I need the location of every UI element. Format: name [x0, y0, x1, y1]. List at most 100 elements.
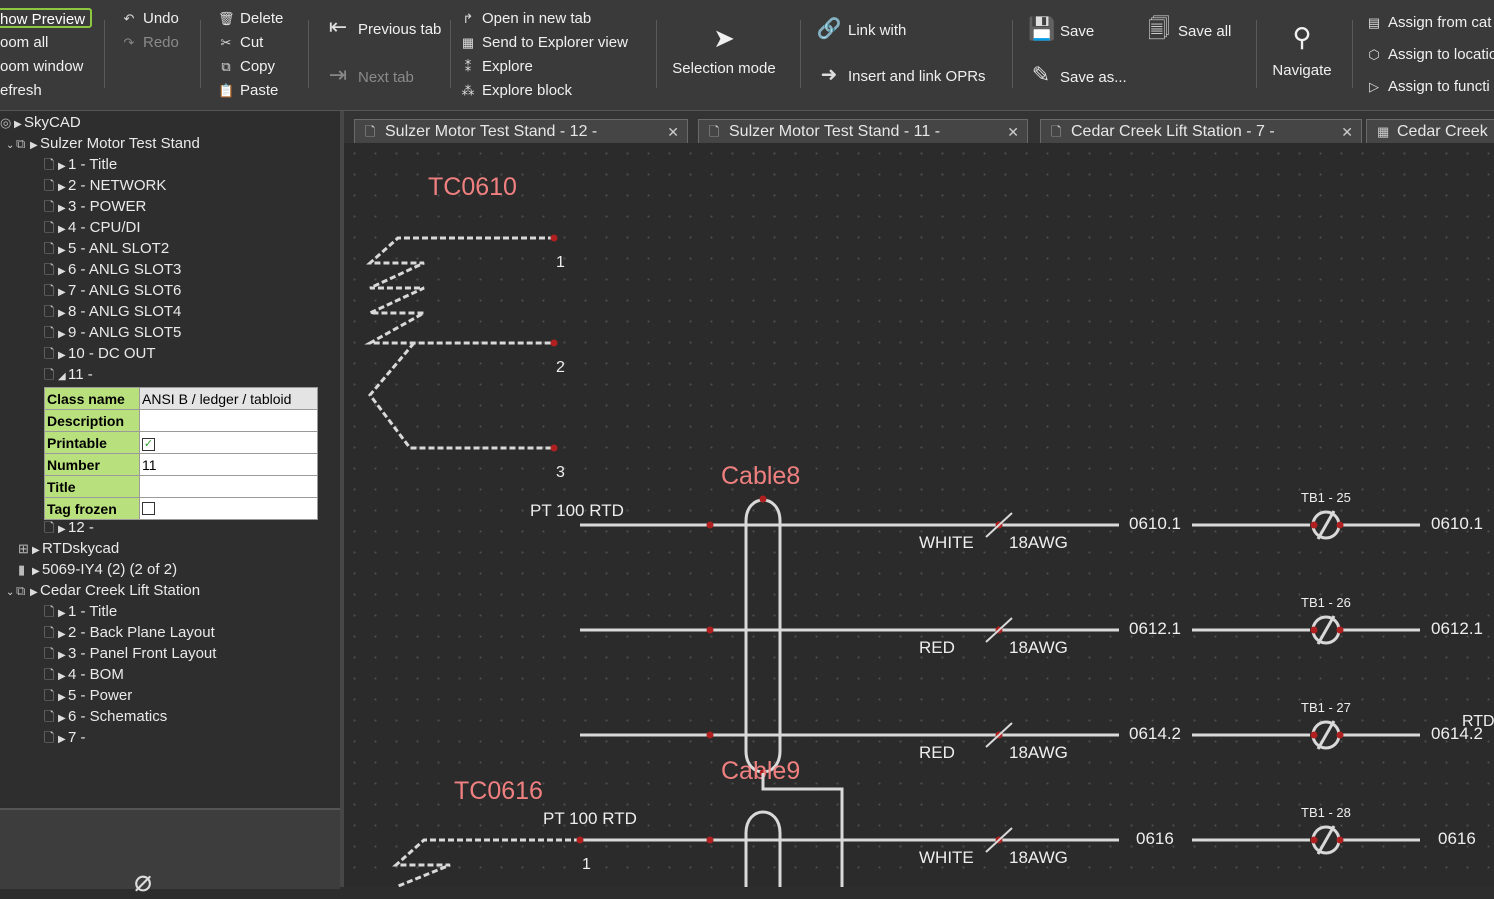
terminal-label[interactable]: TB1 - 27 [1301, 700, 1351, 715]
copy-button[interactable]: ⧉ Copy [218, 58, 275, 76]
connection-point[interactable] [1310, 626, 1318, 634]
connection-point[interactable] [1336, 626, 1344, 634]
wire-number-label[interactable]: 0612.1 [1129, 619, 1181, 638]
show-preview-button[interactable]: how Preview [0, 8, 92, 28]
number-field[interactable]: 11 [139, 453, 318, 476]
tree-page[interactable]: 🗋 ▶ 1 - Title [44, 601, 117, 622]
tree-page[interactable]: 🗋 ◢ 11 - [44, 364, 93, 385]
next-tab-button[interactable]: ⇥ Next tab [324, 64, 414, 87]
wire-number-label[interactable]: 0616 [1438, 829, 1476, 848]
tab-cedar-7[interactable]: 🗋 Cedar Creek Lift Station - 7 - ✕ [1040, 119, 1362, 143]
connection-point[interactable] [576, 836, 584, 844]
tree-page[interactable]: 🗋 ▶ 6 - Schematics [44, 706, 167, 727]
connection-point[interactable] [550, 234, 558, 242]
connection-point[interactable] [1310, 731, 1318, 739]
previous-tab-button[interactable]: ⇤ Previous tab [324, 16, 442, 39]
terminal-label[interactable]: TB1 - 26 [1301, 595, 1351, 610]
navigate-button[interactable]: ⚲ Navigate [1264, 22, 1340, 79]
tree-page[interactable]: 🗋 ▶ 4 - BOM [44, 664, 124, 685]
connection-point[interactable] [1336, 731, 1344, 739]
tag-cable9[interactable]: Cable9 [721, 757, 800, 785]
close-icon[interactable]: ✕ [1007, 120, 1019, 143]
title-field[interactable] [139, 475, 318, 498]
thermocouple-symbol[interactable] [392, 838, 580, 887]
save-as-button[interactable]: ✎ Save as... [1028, 64, 1127, 87]
open-new-tab-button[interactable]: ↱ Open in new tab [460, 10, 592, 28]
tree-page[interactable]: 🗋 ▶ 10 - DC OUT [44, 343, 156, 364]
tree-root-skycad[interactable]: ◎ ▶ SkyCAD [0, 112, 81, 133]
tag-tc0616[interactable]: TC0616 [454, 777, 543, 805]
connection-point[interactable] [706, 836, 714, 844]
tree-page[interactable]: 🗋 ▶ 3 - Panel Front Layout [44, 643, 216, 664]
tree-page[interactable]: 🗋 ▶ 7 - [44, 727, 86, 748]
tree-rtdskycad[interactable]: ⊞ ▶ RTDskycad [18, 538, 119, 559]
tag-tc0610[interactable]: TC0610 [428, 173, 517, 201]
wire-number-label[interactable]: 0610.1 [1129, 514, 1181, 533]
save-button[interactable]: 💾 Save [1028, 18, 1094, 41]
description-field[interactable] [139, 409, 318, 432]
tree-page[interactable]: 🗋 ▶ 5 - ANL SLOT2 [44, 238, 169, 259]
thermocouple-symbol[interactable] [364, 236, 554, 450]
connection-point[interactable] [706, 626, 714, 634]
wire-number-label[interactable]: 0610.1 [1431, 514, 1483, 533]
cable9-wire[interactable] [761, 773, 844, 887]
cable9-shield[interactable] [744, 810, 782, 887]
tree-project-cedar[interactable]: ⌄ ⧉ ▶ Cedar Creek Lift Station [6, 580, 200, 601]
tree-page[interactable]: 🗋 ▶ 8 - ANLG SLOT4 [44, 301, 181, 322]
explore-block-button[interactable]: ⁂ Explore block [460, 82, 573, 100]
tree-project-sulzer[interactable]: ⌄ ⧉ ▶ Sulzer Motor Test Stand [6, 133, 200, 154]
tag-frozen-field[interactable] [139, 497, 318, 520]
redo-button[interactable]: ↷ Redo [121, 34, 179, 52]
assign-to-location-button[interactable]: ⬡ Assign to locatio [1366, 46, 1494, 64]
connection-point[interactable] [550, 444, 558, 452]
tree-page[interactable]: 🗋 ▶ 7 - ANLG SLOT6 [44, 280, 181, 301]
insert-link-oprs-button[interactable]: ➜ Insert and link OPRs [816, 65, 986, 86]
close-icon[interactable]: ✕ [667, 120, 679, 143]
wire-number-label[interactable]: 0612.1 [1431, 619, 1483, 638]
connection-point[interactable] [1310, 521, 1318, 529]
tree-page-12[interactable]: 🗋 ▶ 12 - [44, 517, 94, 538]
zoom-all-button[interactable]: oom all [0, 34, 48, 52]
delete-button[interactable]: 🗑 Delete [218, 10, 283, 28]
class-name-field[interactable]: ANSI B / ledger / tabloid [139, 387, 318, 410]
tree-page[interactable]: 🗋 ▶ 4 - CPU/DI [44, 217, 141, 238]
wire-number-label[interactable]: 0616 [1136, 829, 1174, 848]
connection-point[interactable] [706, 521, 714, 529]
assign-to-function-button[interactable]: ▷ Assign to functi [1366, 78, 1490, 96]
send-explorer-button[interactable]: ▦ Send to Explorer view [460, 34, 628, 52]
selection-mode-button[interactable]: ➤ Selection mode [668, 24, 780, 77]
connection-point[interactable] [1310, 836, 1318, 844]
assign-from-catalog-button[interactable]: ▤ Assign from cat [1366, 14, 1492, 32]
explore-button[interactable]: ⁑ Explore [460, 58, 533, 76]
connection-point[interactable] [759, 495, 767, 503]
terminal-label[interactable]: TB1 - 25 [1301, 490, 1351, 505]
cut-button[interactable]: ✂ Cut [218, 34, 264, 52]
tree-page[interactable]: 🗋 ▶ 2 - NETWORK [44, 175, 166, 196]
tree-page[interactable]: 🗋 ▶ 5 - Power [44, 685, 132, 706]
paste-button[interactable]: 📋 Paste [218, 82, 278, 100]
zoom-window-button[interactable]: oom window [0, 58, 83, 76]
tree-module[interactable]: ▮ ▶ 5069-IY4 (2) (2 of 2) [18, 559, 177, 580]
printable-checkbox[interactable]: ✓ [142, 438, 155, 451]
tab-sulzer-11[interactable]: 🗋 Sulzer Motor Test Stand - 11 - ✕ [698, 119, 1028, 143]
tab-sulzer-12[interactable]: 🗋 Sulzer Motor Test Stand - 12 - ✕ [354, 119, 688, 143]
tree-page[interactable]: 🗋 ▶ 2 - Back Plane Layout [44, 622, 215, 643]
tree-page[interactable]: 🗋 ▶ 3 - POWER [44, 196, 146, 217]
save-all-button[interactable]: 🗐 Save all [1146, 18, 1231, 41]
schematic-canvas[interactable]: TC0610 1 2 3 Cable8 PT 100 RTD WHITE 18AW… [344, 143, 1494, 887]
tab-cedar-creek[interactable]: ▦ Cedar Creek [1366, 119, 1494, 143]
tree-page[interactable]: 🗋 ▶ 1 - Title [44, 154, 117, 175]
wire-number-label[interactable]: 0614.2 [1129, 724, 1181, 743]
printable-field[interactable]: ✓ [139, 431, 318, 454]
tag-cable8[interactable]: Cable8 [721, 462, 800, 490]
tree-page[interactable]: 🗋 ▶ 6 - ANLG SLOT3 [44, 259, 181, 280]
close-icon[interactable]: ✕ [1341, 120, 1353, 143]
undo-button[interactable]: ↶ Undo [121, 10, 179, 28]
connection-point[interactable] [550, 339, 558, 347]
tag-frozen-checkbox[interactable] [142, 502, 155, 515]
link-with-button[interactable]: 🔗 Link with [816, 19, 907, 40]
refresh-button[interactable]: efresh [0, 82, 42, 100]
connection-point[interactable] [1336, 521, 1344, 529]
connection-point[interactable] [1336, 836, 1344, 844]
terminal-label[interactable]: TB1 - 28 [1301, 805, 1351, 820]
